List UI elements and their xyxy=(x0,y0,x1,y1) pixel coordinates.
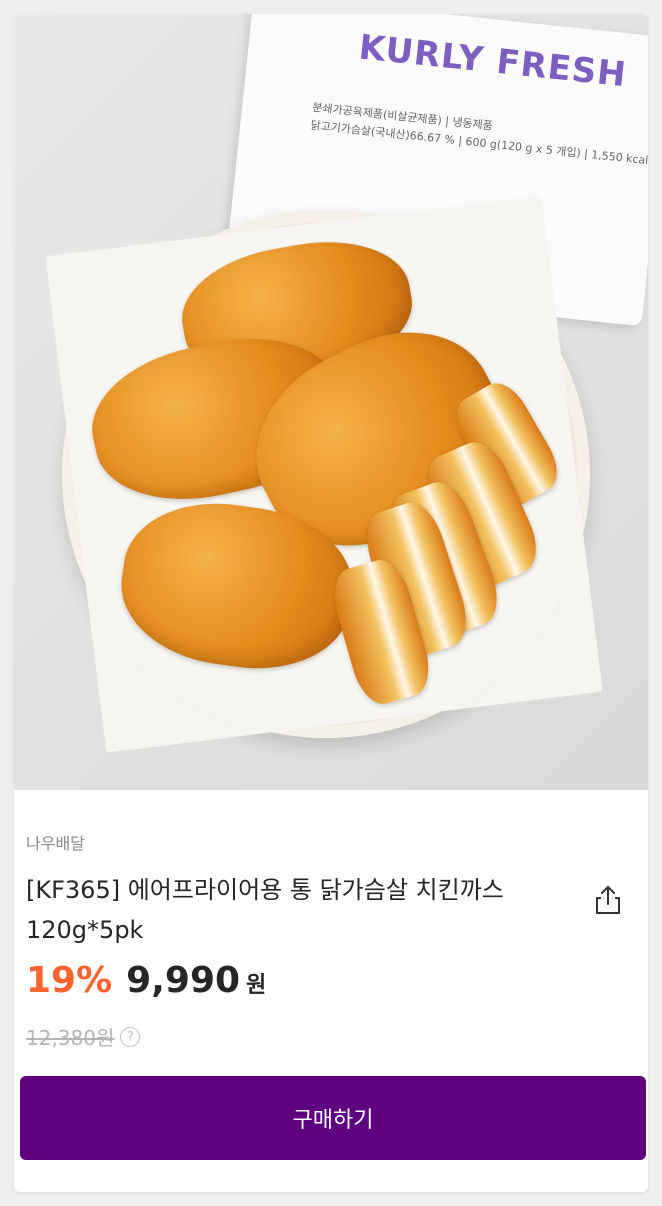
original-price: 12,380원 xyxy=(26,1026,115,1050)
question-circle-icon[interactable]: ? xyxy=(120,1026,141,1047)
product-info: 나우배달 [KF365] 에어프라이어용 통 닭가슴살 치킨까스 120g*5p… xyxy=(14,790,648,1192)
discount-rate: 19% xyxy=(26,960,113,1001)
product-image[interactable]: KURLY FRESH 분쇄가공육제품(비살균제품) | 냉동제품 닭고기가슴살… xyxy=(14,14,648,790)
share-icon xyxy=(596,886,620,914)
price-row: 19% 9,990 원 xyxy=(26,960,266,1008)
price-currency: 원 xyxy=(246,973,267,998)
product-title: [KF365] 에어프라이어용 통 닭가슴살 치킨까스 120g*5pk xyxy=(26,876,504,944)
original-price-row: 12,380원 ? xyxy=(26,1022,141,1051)
buy-button[interactable]: 구매하기 xyxy=(20,1076,646,1160)
seller-name: 나우배달 xyxy=(26,834,85,853)
package-brand: KURLY FRESH xyxy=(356,27,629,96)
share-button[interactable] xyxy=(592,882,624,918)
sale-price: 9,990 xyxy=(126,960,241,1001)
product-card: KURLY FRESH 분쇄가공육제품(비살균제품) | 냉동제품 닭고기가슴살… xyxy=(14,14,648,1192)
package-info: 분쇄가공육제품(비살균제품) | 냉동제품 닭고기가슴살(국내산)66.67 %… xyxy=(310,99,648,170)
